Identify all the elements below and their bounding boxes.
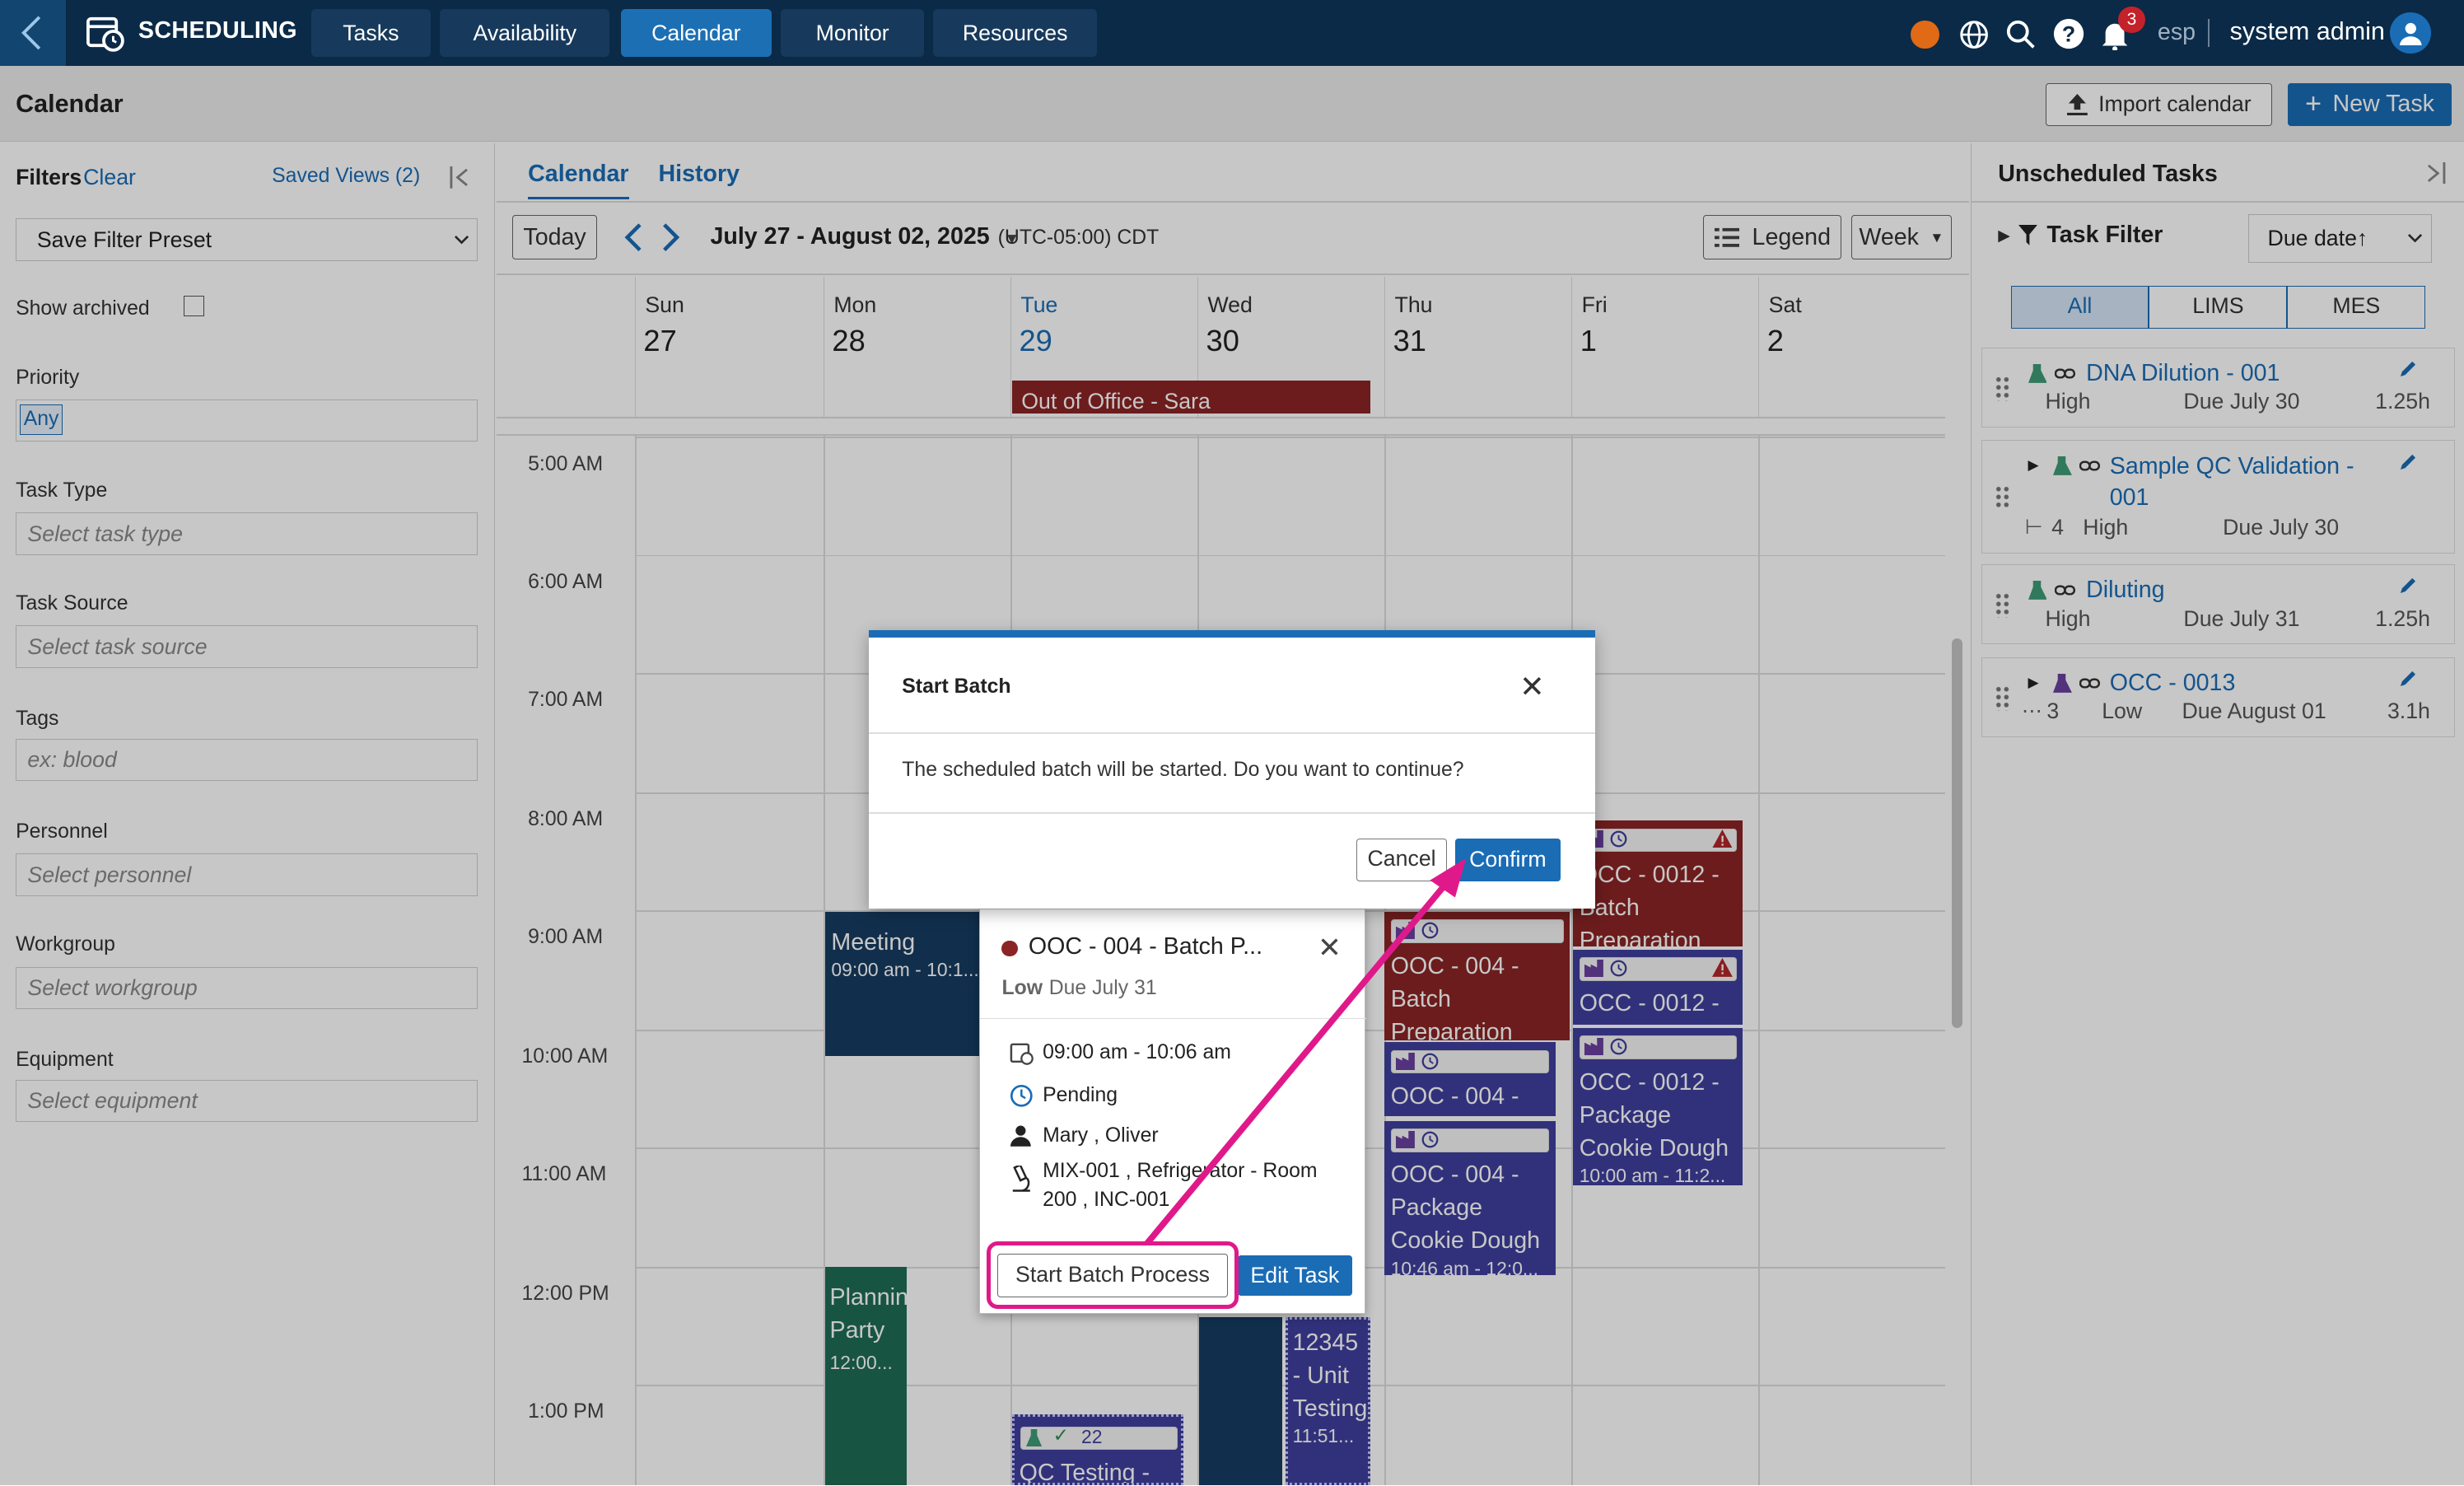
annotation-arrow — [1145, 857, 1467, 1245]
